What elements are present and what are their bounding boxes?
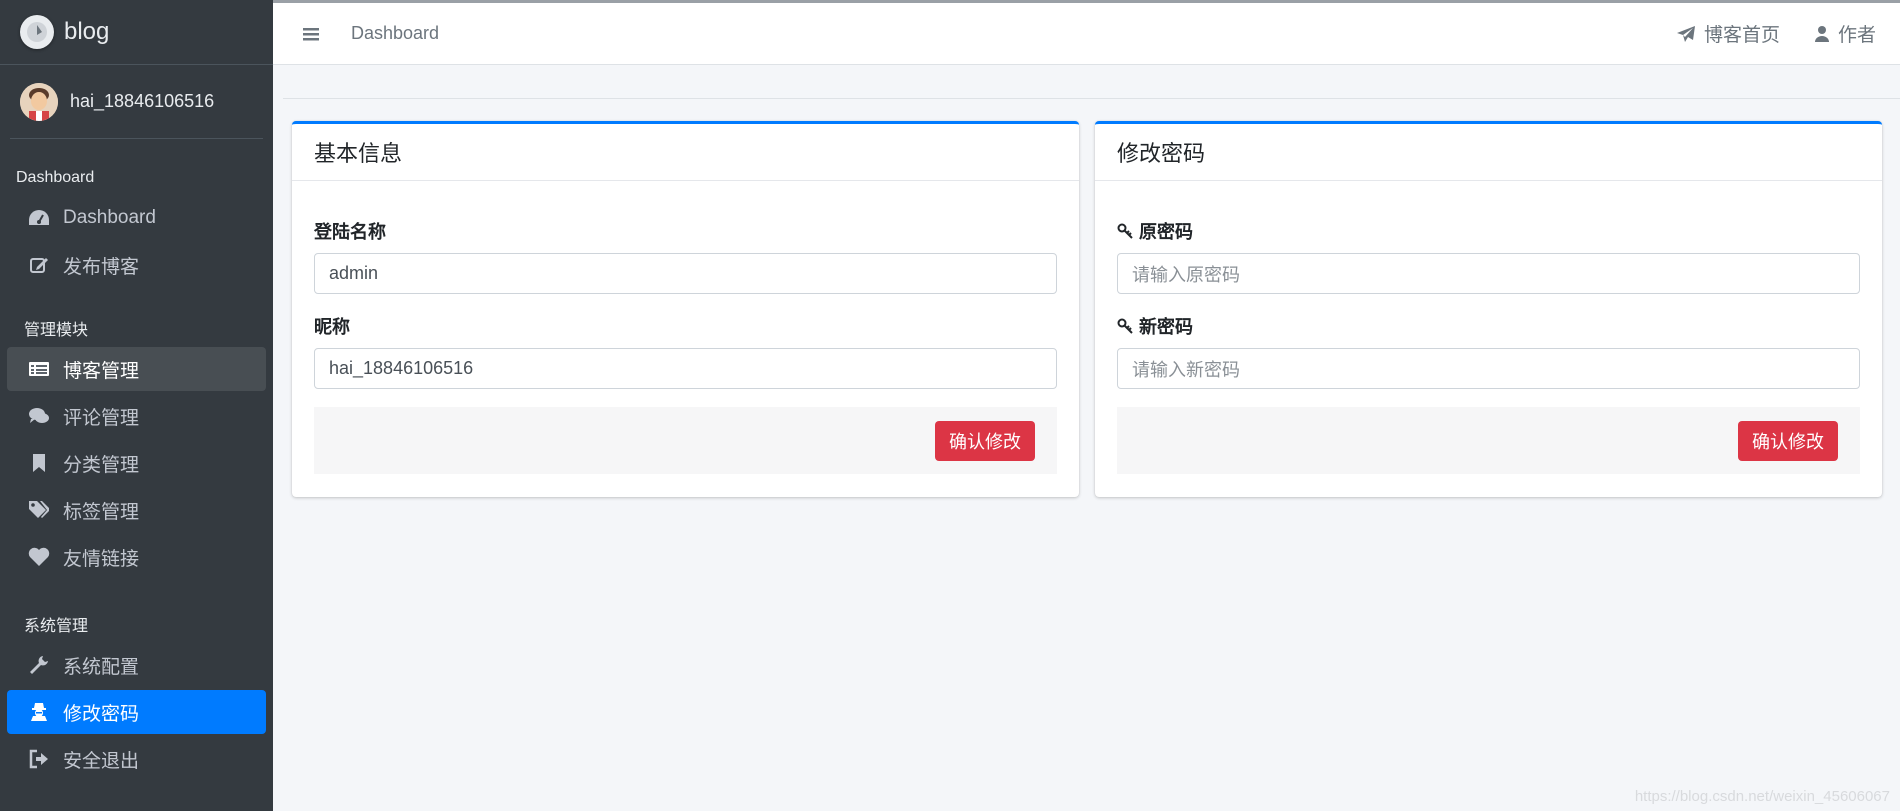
sidebar-item-comments[interactable]: 评论管理	[7, 394, 266, 438]
list-icon	[27, 357, 51, 381]
blog-logo-icon	[20, 15, 54, 49]
heart-icon	[27, 545, 51, 569]
sidebar-item-label: 发布博客	[63, 256, 140, 278]
sidebar-item-label: 标签管理	[63, 501, 140, 523]
key-icon	[1117, 223, 1133, 239]
user-name: hai_18846106516	[70, 91, 215, 111]
edit-icon	[27, 253, 51, 277]
comments-icon	[27, 404, 51, 428]
watermark: https://blog.csdn.net/weixin_45606067	[1634, 788, 1890, 805]
author-label: 作者	[1837, 25, 1876, 46]
sidebar-item-tags[interactable]: 标签管理	[7, 488, 266, 532]
change-password-title: 修改密码	[1095, 124, 1882, 181]
nav-header-management: 管理模块	[24, 322, 89, 339]
bookmark-icon	[27, 451, 51, 475]
menu-toggle-button[interactable]	[297, 19, 327, 49]
sidebar-item-logout[interactable]: 安全退出	[7, 737, 266, 781]
paper-plane-icon	[1676, 25, 1696, 43]
sidebar-item-label: 修改密码	[63, 703, 140, 725]
blog-home-link[interactable]: 博客首页	[1676, 20, 1780, 47]
sidebar-item-label: 评论管理	[63, 407, 140, 429]
nickname-input[interactable]: hai_18846106516	[314, 348, 1057, 389]
blog-home-label: 博客首页	[1703, 25, 1780, 46]
basic-info-footer: 确认修改	[314, 407, 1057, 474]
sidebar-item-publish[interactable]: 发布博客	[7, 243, 266, 287]
old-password-label-text: 原密码	[1139, 222, 1193, 242]
new-password-input[interactable]: 请输入新密码	[1117, 348, 1860, 389]
nav-header-dashboard: Dashboard	[16, 169, 95, 186]
sidebar-item-change-password[interactable]: 修改密码	[7, 690, 266, 734]
top-navbar: Dashboard 博客首页 作者	[273, 0, 1900, 65]
tachometer-icon	[27, 206, 51, 230]
sidebar-item-blog-management[interactable]: 博客管理	[7, 347, 266, 391]
tags-icon	[27, 498, 51, 522]
breadcrumb[interactable]: Dashboard	[351, 23, 439, 44]
sidebar-item-label: 安全退出	[63, 750, 140, 772]
sidebar-item-label: Dashboard	[63, 207, 156, 228]
change-password-submit-button[interactable]: 确认修改	[1738, 420, 1838, 461]
sidebar-item-links[interactable]: 友情链接	[7, 535, 266, 579]
key-icon	[1117, 318, 1133, 334]
wrench-icon	[27, 653, 51, 677]
hamburger-icon	[303, 27, 319, 40]
nav-header-system: 系统管理	[24, 618, 89, 635]
content-header-divider	[283, 98, 1900, 99]
brand-text: blog	[64, 18, 110, 45]
old-password-input[interactable]: 请输入原密码	[1117, 253, 1860, 294]
new-password-label-text: 新密码	[1139, 317, 1193, 337]
login-name-input[interactable]: admin	[314, 253, 1057, 294]
user-icon	[1814, 25, 1830, 43]
sign-out-icon	[27, 747, 51, 771]
sidebar: blog hai_18846106516 Dashboard Dashboard…	[0, 0, 273, 811]
sidebar-item-label: 博客管理	[63, 360, 140, 382]
change-password-footer: 确认修改	[1117, 407, 1860, 474]
avatar	[20, 82, 58, 121]
user-panel[interactable]: hai_18846106516	[10, 65, 263, 139]
basic-info-card: 基本信息 登陆名称 admin 昵称 hai_18846106516 确认修改	[292, 121, 1079, 497]
sidebar-item-categories[interactable]: 分类管理	[7, 441, 266, 485]
sidebar-item-system-config[interactable]: 系统配置	[7, 643, 266, 687]
new-password-label: 新密码	[1117, 314, 1860, 338]
sidebar-item-dashboard[interactable]: Dashboard	[7, 196, 266, 240]
nickname-label: 昵称	[314, 317, 350, 337]
basic-info-submit-button[interactable]: 确认修改	[935, 420, 1035, 461]
sidebar-item-label: 分类管理	[63, 454, 140, 476]
brand-link[interactable]: blog	[0, 0, 273, 65]
change-password-card: 修改密码 原密码 请输入原密码 新密码 请输入新密码 确认修改	[1095, 121, 1882, 497]
sidebar-item-label: 友情链接	[63, 548, 140, 570]
login-name-label: 登陆名称	[314, 222, 386, 242]
user-secret-icon	[27, 700, 51, 724]
author-link[interactable]: 作者	[1814, 20, 1876, 47]
basic-info-title: 基本信息	[292, 124, 1079, 181]
sidebar-item-label: 系统配置	[63, 656, 140, 678]
old-password-label: 原密码	[1117, 219, 1860, 243]
